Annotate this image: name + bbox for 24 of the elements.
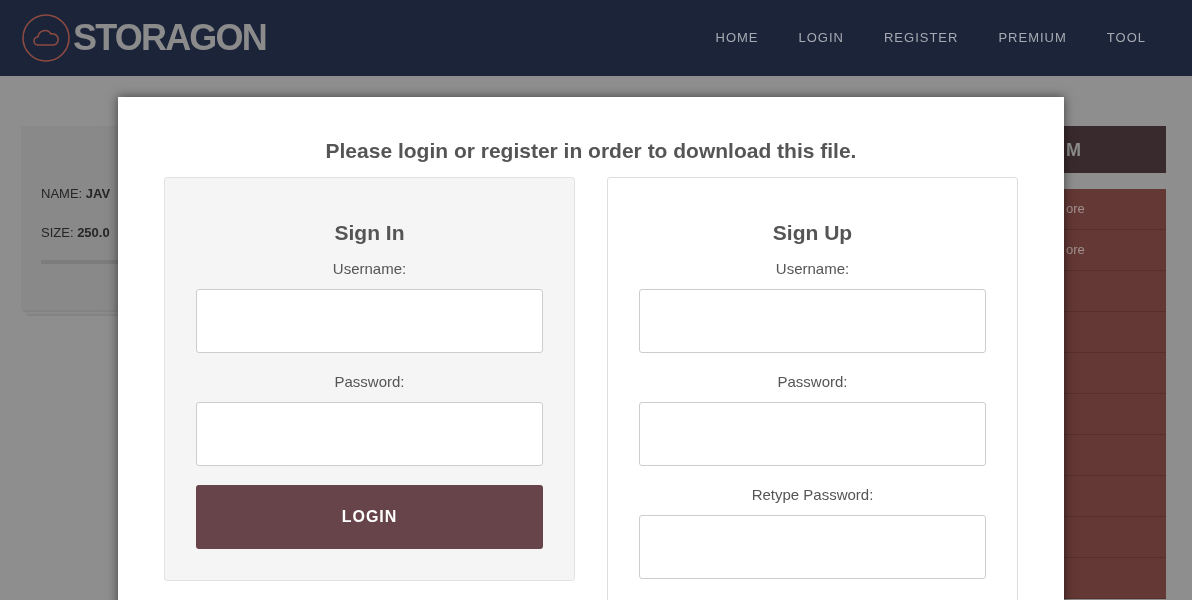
- cloud-icon: [22, 14, 70, 62]
- logo-text: STORAGON: [73, 18, 266, 58]
- nav-link[interactable]: PREMIUM: [998, 29, 1067, 47]
- nav-link[interactable]: TOOL: [1106, 29, 1146, 47]
- nav-link[interactable]: REGISTER: [883, 29, 959, 47]
- file-info: SIZE: 250.0: [41, 224, 111, 242]
- login-button[interactable]: LOGIN: [196, 485, 543, 549]
- input-field[interactable]: [196, 289, 543, 353]
- field-label: Username:: [332, 259, 407, 279]
- field-label: Username:: [775, 259, 850, 279]
- form-heading: Sign Up: [771, 220, 854, 246]
- file-info: NAME: JAV: [41, 185, 112, 203]
- input-field[interactable]: [196, 402, 543, 466]
- nav-link[interactable]: HOME: [715, 29, 759, 47]
- modal-title: Please login or register in order to download this file.: [324, 138, 858, 164]
- nav-link[interactable]: LOGIN: [798, 29, 844, 47]
- field-label: Password:: [777, 372, 848, 392]
- field-label: Password:: [334, 372, 405, 392]
- form-heading: Sign In: [333, 220, 406, 246]
- input-field[interactable]: [639, 515, 986, 579]
- sidebar-title: M: [1066, 138, 1081, 161]
- input-field[interactable]: [639, 289, 986, 353]
- field-label: Retype Password:: [751, 485, 874, 505]
- input-field[interactable]: [639, 402, 986, 466]
